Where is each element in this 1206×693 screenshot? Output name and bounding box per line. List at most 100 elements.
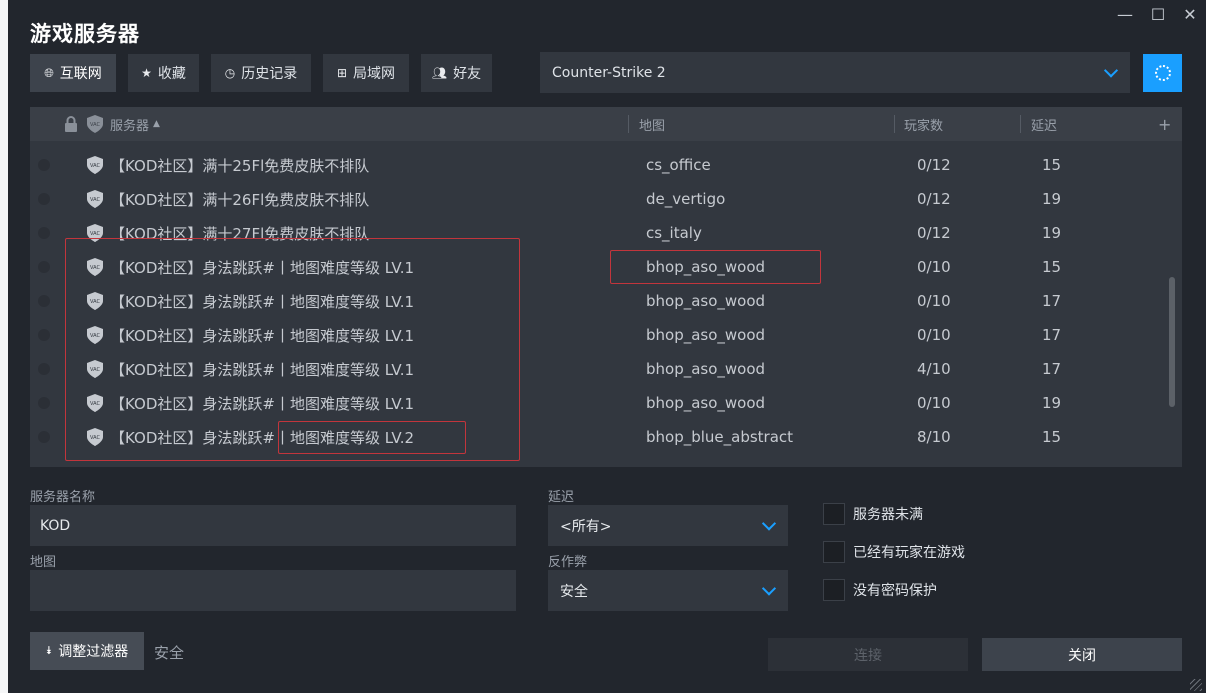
game-select[interactable]: Counter-Strike 2 [540, 52, 1130, 93]
row-radio-icon [38, 295, 50, 307]
row-radio-icon [38, 227, 50, 239]
column-divider[interactable] [894, 115, 895, 133]
checkbox-no-password[interactable]: 没有密码保护 [823, 579, 937, 601]
row-radio-icon [38, 261, 50, 273]
chevron-down-icon [1103, 62, 1119, 78]
chevron-down-icon [761, 515, 777, 531]
checkbox-has-players[interactable]: 已经有玩家在游戏 [823, 541, 965, 563]
server-name-value: KOD [40, 517, 71, 534]
latency-column-label: 延迟 [1031, 118, 1058, 134]
server-latency: 15 [1042, 156, 1062, 174]
minimize-button[interactable]: — [1110, 2, 1140, 26]
checkbox-box[interactable] [823, 503, 845, 525]
latency-column-header[interactable]: 延迟 [1031, 107, 1057, 141]
server-row[interactable]: VAC 【KOD社区】满十26Fl免费皮肤不排队 de_vertigo 0/12 19 [30, 182, 1164, 216]
adjust-filters-label: 调整过滤器 [58, 644, 129, 660]
clock-icon: ◷ [224, 66, 236, 80]
server-players: 0/12 [917, 190, 951, 208]
players-column-label: 玩家数 [904, 118, 944, 134]
tab-label: 好友 [453, 66, 482, 82]
friends-icon: 👥︎ [431, 66, 448, 80]
server-name-input[interactable]: KOD [30, 505, 516, 546]
globe-icon: 🌐︎ [44, 65, 54, 80]
server-latency: 17 [1042, 326, 1062, 344]
server-map: bhop_blue_abstract [646, 428, 794, 446]
loading-spinner-icon [1154, 65, 1171, 81]
row-radio-icon [38, 193, 50, 205]
tab-label: 互联网 [59, 66, 102, 82]
server-map: cs_office [646, 156, 711, 174]
tab-lan[interactable]: ⊞ 局域网 [323, 54, 409, 92]
tab-label: 局域网 [353, 66, 396, 82]
connect-button[interactable]: 连接 [768, 638, 968, 671]
scrollbar-thumb[interactable] [1169, 277, 1175, 407]
lan-icon: ⊞ [336, 66, 348, 80]
close-window-button[interactable]: ✕ [1175, 2, 1205, 26]
server-players: 4/10 [917, 360, 951, 378]
latency-filter-value: <所有> [560, 518, 612, 535]
server-latency: 19 [1042, 394, 1062, 412]
resize-grip-icon[interactable] [1190, 679, 1202, 691]
server-list-header: VAC 服务器 ▲ 地图 玩家数 延迟 + [30, 107, 1182, 141]
server-players: 0/10 [917, 258, 951, 276]
server-latency: 15 [1042, 428, 1062, 446]
close-button[interactable]: 关闭 [982, 638, 1182, 671]
server-latency: 19 [1042, 190, 1062, 208]
vac-column-header[interactable]: VAC [87, 107, 103, 141]
server-players: 0/10 [917, 292, 951, 310]
chevron-down-icon [761, 580, 777, 596]
tab-friends[interactable]: 👥︎ 好友 [421, 54, 492, 92]
server-map: bhop_aso_wood [646, 360, 766, 378]
column-divider[interactable] [628, 115, 629, 133]
server-column-header[interactable]: 服务器 ▲ [110, 107, 160, 141]
tab-favorites[interactable]: ★ 收藏 [128, 54, 199, 92]
server-map: bhop_aso_wood [646, 292, 766, 310]
server-name: 【KOD社区】满十25Fl免费皮肤不排队 [110, 156, 370, 175]
server-players: 0/10 [917, 326, 951, 344]
add-column-button[interactable]: + [1158, 107, 1171, 141]
game-servers-window: 游戏服务器 — ☐ ✕ 🌐︎ 互联网 ★ 收藏 ◷ 历史记录 ⊞ 局域网 👥︎ … [8, 0, 1206, 693]
checkbox-no-password-label: 没有密码保护 [853, 583, 937, 599]
tab-history[interactable]: ◷ 历史记录 [211, 54, 311, 92]
server-latency: 15 [1042, 258, 1062, 276]
checkbox-box[interactable] [823, 541, 845, 563]
anticheat-filter-select[interactable]: 安全 [548, 570, 788, 611]
checkbox-not-full[interactable]: 服务器未满 [823, 503, 923, 525]
server-row[interactable]: VAC 【KOD社区】满十25Fl免费皮肤不排队 cs_office 0/12 15 [30, 148, 1164, 182]
server-players: 8/10 [917, 428, 951, 446]
checkbox-not-full-label: 服务器未满 [853, 507, 923, 523]
server-players: 0/10 [917, 394, 951, 412]
server-players: 0/12 [917, 156, 951, 174]
map-filter-input[interactable] [30, 570, 516, 611]
lock-icon [65, 116, 77, 132]
latency-filter-select[interactable]: <所有> [548, 505, 788, 546]
server-map: bhop_aso_wood [646, 326, 766, 344]
lock-column-header[interactable] [64, 107, 78, 141]
vac-shield-icon: VAC [87, 115, 103, 133]
svg-text:VAC: VAC [90, 122, 100, 128]
refresh-button[interactable] [1143, 54, 1182, 92]
row-radio-icon [38, 329, 50, 341]
map-column-header[interactable]: 地图 [639, 107, 665, 141]
column-divider[interactable] [1020, 115, 1021, 133]
game-select-value: Counter-Strike 2 [552, 64, 666, 81]
map-filter-label: 地图 [30, 555, 57, 570]
checkbox-box[interactable] [823, 579, 845, 601]
sort-ascending-icon: ▲ [153, 119, 160, 129]
maximize-button[interactable]: ☐ [1143, 2, 1173, 26]
svg-text:VAC: VAC [90, 197, 100, 203]
svg-text:VAC: VAC [90, 163, 100, 169]
players-column-header[interactable]: 玩家数 [904, 107, 943, 141]
map-column-label: 地图 [639, 118, 666, 134]
highlight-box-map [610, 250, 821, 284]
filter-summary: 安全 [154, 644, 185, 662]
row-radio-icon [38, 159, 50, 171]
anticheat-filter-label: 反作弊 [548, 555, 588, 570]
tab-label: 收藏 [157, 66, 186, 82]
row-radio-icon [38, 363, 50, 375]
adjust-filters-button[interactable]: ⯯ 调整过滤器 [30, 632, 144, 670]
tab-internet[interactable]: 🌐︎ 互联网 [30, 54, 116, 92]
star-icon: ★ [141, 66, 152, 80]
server-latency: 19 [1042, 224, 1062, 242]
double-chevron-down-icon: ⯯ [45, 644, 53, 657]
